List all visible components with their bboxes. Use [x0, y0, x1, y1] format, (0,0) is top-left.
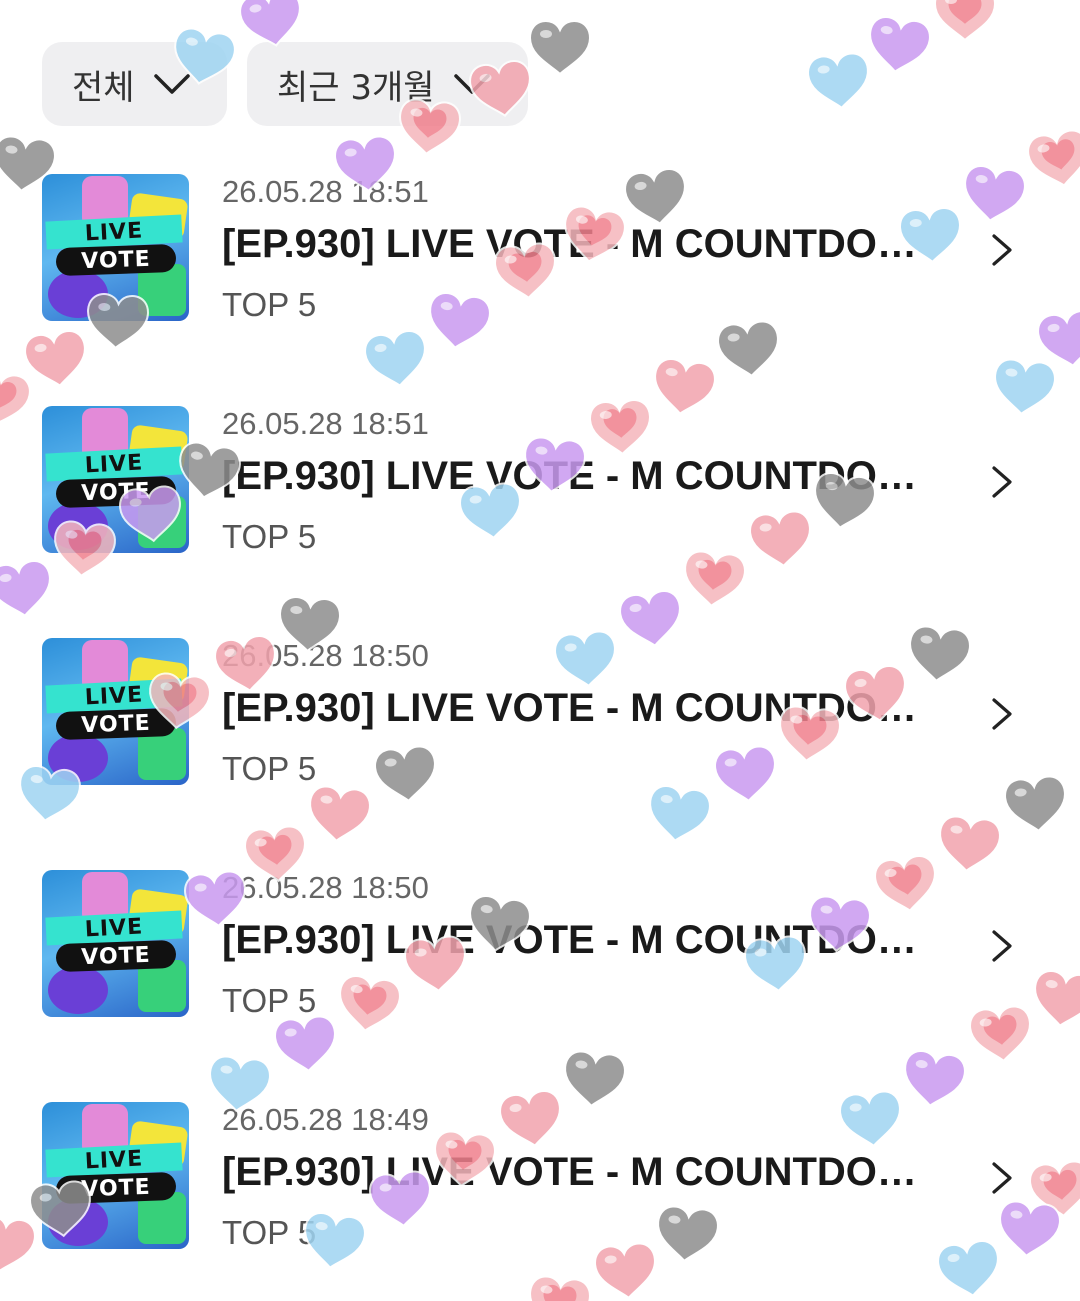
item-subtitle: TOP 5: [222, 518, 317, 555]
live-vote-thumbnail: LIVE VOTE: [42, 870, 189, 1017]
item-date: 26.05.28 18:50: [222, 638, 429, 673]
heart-icon: [869, 16, 931, 74]
item-subtitle: TOP 5: [222, 1214, 317, 1251]
type-filter-label: 전체: [72, 67, 135, 108]
item-subtitle: TOP 5: [222, 286, 317, 323]
list-item[interactable]: LIVE VOTE 26.05.28 18:51 [EP.930] LIVE V…: [0, 174, 1080, 406]
item-date: 26.05.28 18:51: [222, 174, 429, 209]
item-date: 26.05.28 18:49: [222, 1102, 429, 1137]
chevron-right-icon: [992, 1162, 1012, 1194]
thumbnail-text-vote: VOTE: [55, 707, 177, 741]
item-title: [EP.930] LIVE VOTE - M COUNTDOWN: [222, 222, 942, 266]
live-vote-thumbnail: LIVE VOTE: [42, 1102, 189, 1249]
vote-history-page: 전체 최근 3개월 LIVE VOTE 26.05.28 18:51 [EP.9…: [0, 0, 1080, 1301]
list-item[interactable]: LIVE VOTE 26.05.28 18:51 [EP.930] LIVE V…: [0, 406, 1080, 638]
thumbnail-text-vote: VOTE: [55, 243, 177, 277]
thumbnail-text-vote: VOTE: [55, 1171, 177, 1205]
list-item[interactable]: LIVE VOTE 26.05.28 18:50 [EP.930] LIVE V…: [0, 870, 1080, 1102]
chevron-down-icon: [153, 74, 190, 94]
item-title: [EP.930] LIVE VOTE - M COUNTDOWN: [222, 686, 942, 730]
heart-icon: [933, 0, 997, 42]
thumbnail-text-vote: VOTE: [55, 475, 177, 509]
item-date: 26.05.28 18:50: [222, 870, 429, 905]
item-title: [EP.930] LIVE VOTE - M COUNTDOWN: [222, 918, 942, 962]
item-date: 26.05.28 18:51: [222, 406, 429, 441]
live-vote-thumbnail: LIVE VOTE: [42, 638, 189, 785]
period-filter-label: 최근 3개월: [277, 67, 435, 108]
live-vote-thumbnail: LIVE VOTE: [42, 406, 189, 553]
vote-history-list: LIVE VOTE 26.05.28 18:51 [EP.930] LIVE V…: [0, 174, 1080, 1301]
chevron-right-icon: [992, 698, 1012, 730]
live-vote-thumbnail: LIVE VOTE: [42, 174, 189, 321]
item-subtitle: TOP 5: [222, 982, 317, 1019]
period-filter-dropdown[interactable]: 최근 3개월: [247, 42, 528, 126]
chevron-right-icon: [992, 466, 1012, 498]
list-item[interactable]: LIVE VOTE 26.05.28 18:50 [EP.930] LIVE V…: [0, 638, 1080, 870]
thumbnail-text-vote: VOTE: [55, 939, 177, 973]
heart-icon: [528, 20, 592, 76]
chevron-down-icon: [453, 74, 490, 94]
chevron-right-icon: [992, 930, 1012, 962]
item-subtitle: TOP 5: [222, 750, 317, 787]
type-filter-dropdown[interactable]: 전체: [42, 42, 227, 126]
filter-bar: 전체 최근 3개월: [42, 42, 528, 126]
item-title: [EP.930] LIVE VOTE - M COUNTDOWN: [222, 454, 942, 498]
chevron-right-icon: [992, 234, 1012, 266]
item-title: [EP.930] LIVE VOTE - M COUNTDOWN: [222, 1150, 942, 1194]
list-item[interactable]: LIVE VOTE 26.05.28 18:49 [EP.930] LIVE V…: [0, 1102, 1080, 1301]
heart-icon: [807, 52, 869, 110]
